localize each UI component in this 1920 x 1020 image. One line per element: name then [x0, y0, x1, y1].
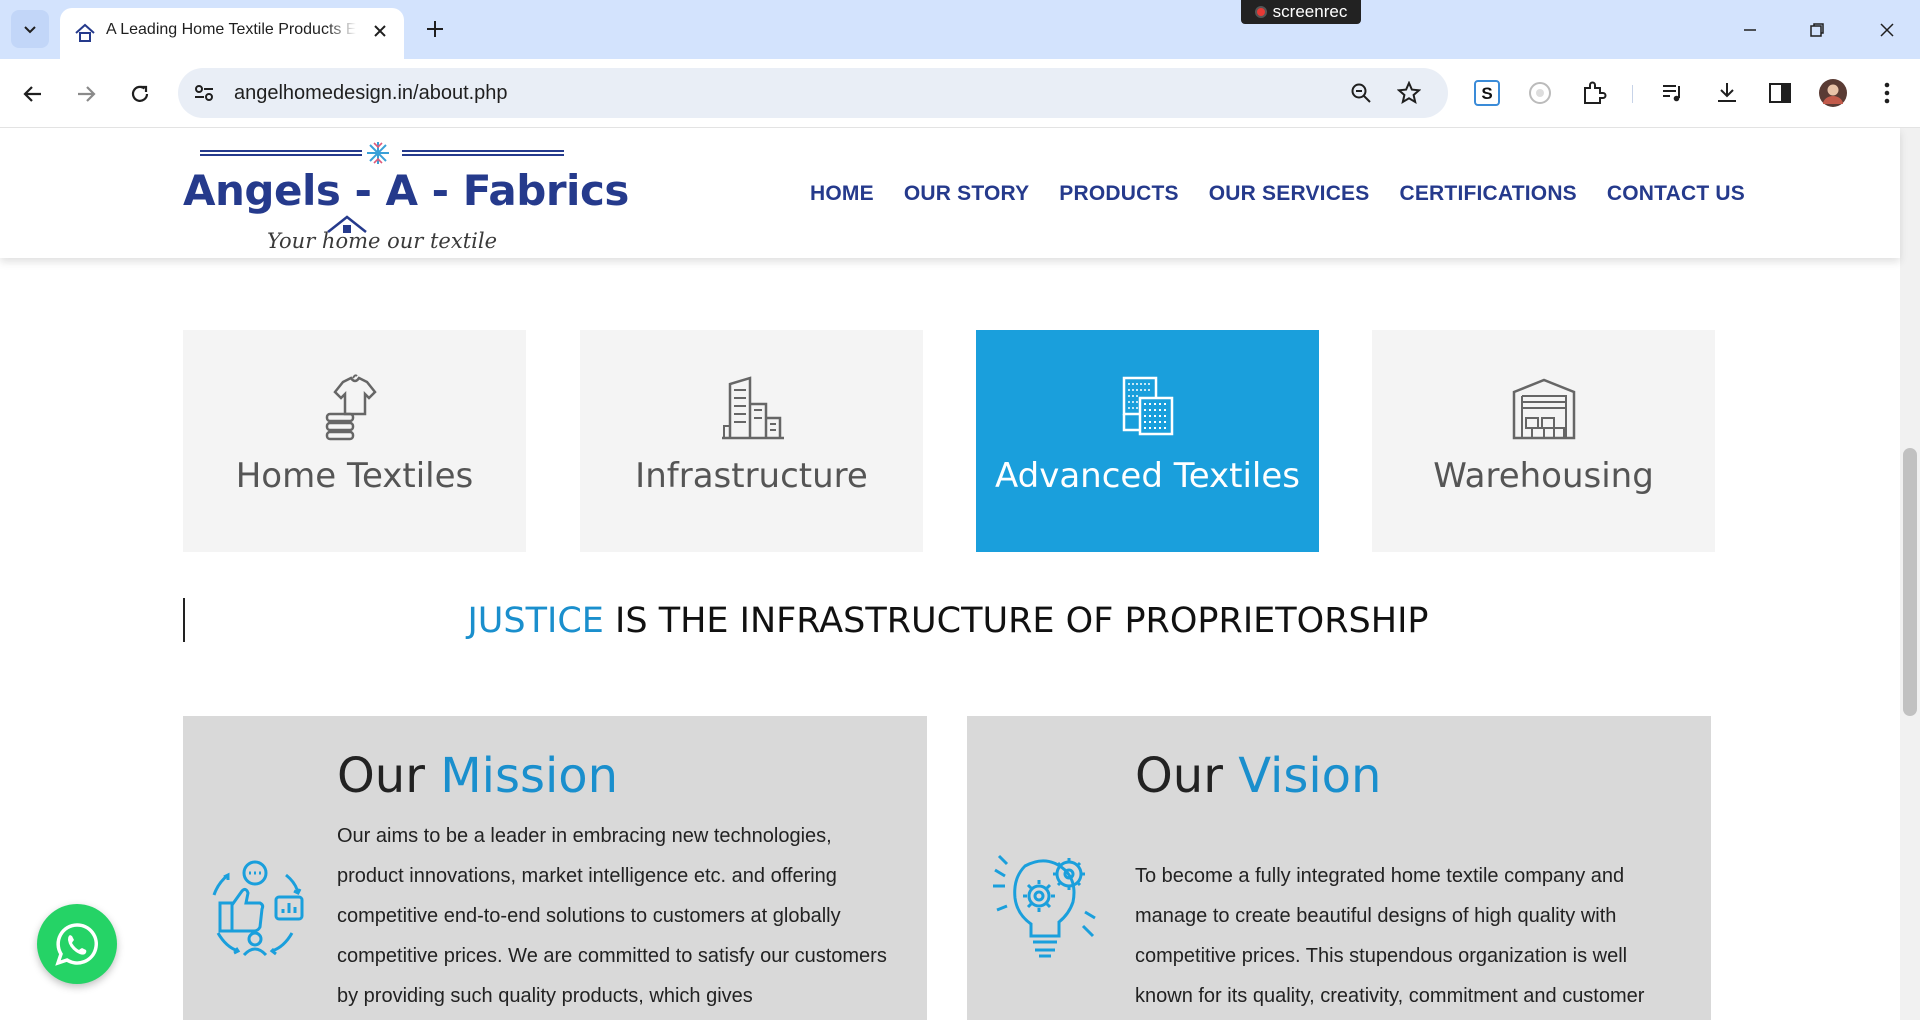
service-card-warehousing[interactable]: Warehousing	[1372, 330, 1715, 552]
service-label: Warehousing	[1433, 456, 1654, 496]
menu-kebab-icon[interactable]	[1870, 76, 1904, 110]
record-dot-icon	[1254, 6, 1267, 18]
service-label: Home Textiles	[235, 456, 474, 496]
profile-avatar[interactable]	[1816, 76, 1850, 110]
buildings-icon	[721, 376, 784, 440]
extensions-puzzle-icon[interactable]	[1577, 76, 1611, 110]
tab-close-button[interactable]	[368, 19, 392, 43]
logo-title: Angels - A - Fabrics	[183, 166, 629, 215]
whatsapp-chat-button[interactable]	[37, 904, 117, 984]
download-icon[interactable]	[1710, 76, 1744, 110]
snowflake-logo-icon	[367, 142, 389, 164]
minimize-button[interactable]	[1728, 10, 1772, 50]
warehouse-icon	[1512, 378, 1575, 440]
scrollbar-thumb[interactable]	[1903, 448, 1917, 716]
side-panel-icon[interactable]	[1763, 76, 1797, 110]
nav-our-story[interactable]: OUR STORY	[904, 182, 1029, 206]
mission-panel: Our Mission Our aims to be a leader in e…	[183, 716, 927, 1020]
nav-contact-us[interactable]: CONTACT US	[1607, 182, 1745, 206]
url-text: angelhomedesign.in/about.php	[234, 82, 508, 104]
chevron-down-icon	[24, 26, 36, 34]
toolbar-divider	[1632, 85, 1633, 103]
s-extension-icon[interactable]: S	[1470, 76, 1504, 110]
address-bar[interactable]: angelhomedesign.in/about.php	[178, 68, 1448, 118]
svg-text:S: S	[1481, 84, 1492, 103]
nav-products[interactable]: PRODUCTS	[1059, 182, 1178, 206]
logo-rule-right	[402, 150, 564, 156]
site-settings-icon[interactable]	[192, 81, 216, 105]
reload-button[interactable]	[122, 76, 158, 112]
main-navigation: HOME OUR STORY PRODUCTS OUR SERVICES CER…	[810, 182, 1775, 206]
site-header: Angels - A - Fabrics Your home our texti…	[0, 128, 1900, 258]
idea-gear-icon	[993, 854, 1096, 958]
tshirt-stack-icon	[325, 374, 377, 441]
vision-title: Our Vision	[1135, 748, 1381, 804]
headline-accent: JUSTICE	[467, 601, 604, 641]
arrow-right-icon	[78, 86, 96, 102]
minimize-icon	[1744, 29, 1756, 31]
vision-panel: Our Vision To become a fully integrated …	[967, 716, 1711, 1020]
headline-rest: IS THE INFRASTRUCTURE OF PROPRIETORSHIP	[603, 601, 1429, 641]
restore-icon	[1810, 23, 1824, 37]
logo-rule-left	[200, 150, 362, 156]
vision-title-prefix: Our	[1135, 748, 1239, 804]
camera-extension-icon[interactable]	[1523, 76, 1557, 110]
page-viewport: Angels - A - Fabrics Your home our texti…	[0, 128, 1920, 1020]
back-button[interactable]	[15, 76, 51, 112]
restore-button[interactable]	[1795, 10, 1839, 50]
media-control-icon[interactable]	[1656, 76, 1690, 110]
service-label: Infrastructure	[635, 456, 868, 496]
screen-recorder-badge[interactable]: screenrec	[1241, 0, 1361, 24]
nav-our-services[interactable]: OUR SERVICES	[1209, 182, 1370, 206]
bookmark-star-icon[interactable]	[1396, 80, 1422, 106]
service-card-home-textiles[interactable]: Home Textiles	[183, 330, 526, 552]
service-card-advanced-textiles[interactable]: Advanced Textiles	[976, 330, 1319, 552]
zoom-icon[interactable]	[1348, 80, 1374, 106]
fabric-swatch-icon	[1122, 376, 1173, 436]
forward-button[interactable]	[68, 76, 104, 112]
whatsapp-icon	[55, 923, 98, 966]
close-icon	[1880, 23, 1894, 37]
customer-feedback-cycle-icon	[212, 860, 304, 957]
service-card-infrastructure[interactable]: Infrastructure	[580, 330, 923, 552]
browser-toolbar: angelhomedesign.in/about.php S	[0, 59, 1920, 128]
arrow-left-icon	[23, 86, 41, 102]
logo-tagline: Your home our textile	[267, 229, 497, 253]
vision-title-accent: Vision	[1238, 748, 1382, 804]
nav-home[interactable]: HOME	[810, 182, 874, 206]
new-tab-button[interactable]	[420, 14, 450, 44]
headline: JUSTICE IS THE INFRASTRUCTURE OF PROPRIE…	[183, 601, 1713, 641]
mission-title-prefix: Our	[337, 748, 441, 804]
tab-search-button[interactable]	[11, 10, 49, 48]
browser-tab[interactable]: A Leading Home Textile Products Exporter	[60, 8, 404, 59]
reload-icon	[131, 85, 149, 102]
mission-title: Our Mission	[337, 748, 618, 804]
recorder-label: screenrec	[1272, 2, 1348, 21]
plus-icon	[427, 21, 443, 37]
vision-text: To become a fully integrated home textil…	[1135, 865, 1645, 1007]
service-label: Advanced Textiles	[994, 456, 1301, 496]
site-logo[interactable]: Angels - A - Fabrics Your home our texti…	[183, 136, 629, 256]
tab-title: A Leading Home Textile Products Exporter	[106, 21, 356, 39]
close-icon	[374, 25, 386, 37]
mission-title-accent: Mission	[440, 748, 619, 804]
page-scrollbar[interactable]	[1900, 128, 1920, 1020]
close-window-button[interactable]	[1865, 10, 1909, 50]
mission-text: Our aims to be a leader in embracing new…	[337, 825, 887, 1007]
browser-tab-bar: A Leading Home Textile Products Exporter…	[0, 0, 1920, 59]
house-favicon-icon	[75, 23, 95, 42]
nav-certifications[interactable]: CERTIFICATIONS	[1399, 182, 1576, 206]
